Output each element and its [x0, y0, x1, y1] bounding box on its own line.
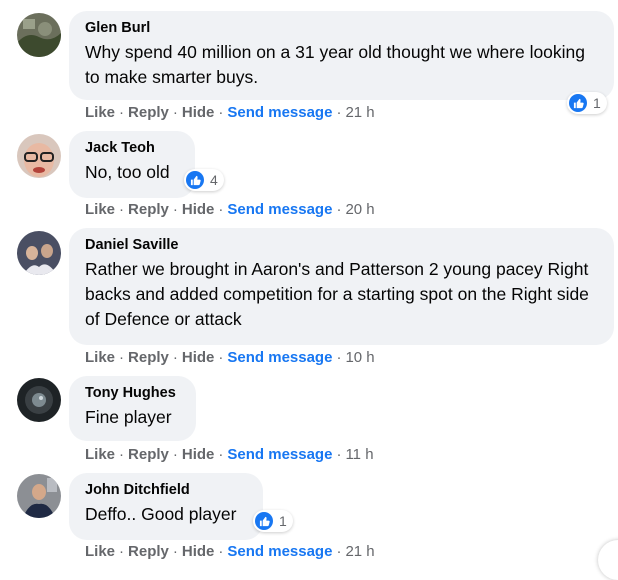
reaction-count[interactable]: 1: [253, 510, 293, 532]
reaction-number: 1: [279, 513, 287, 529]
reply-link[interactable]: Reply: [128, 349, 169, 366]
avatar[interactable]: [17, 13, 61, 57]
timestamp[interactable]: 10 h: [345, 349, 374, 366]
reply-link[interactable]: Reply: [128, 104, 169, 121]
reaction-count[interactable]: 1: [567, 92, 607, 114]
separator: ·: [172, 104, 178, 121]
separator: ·: [119, 446, 125, 463]
separator: ·: [119, 201, 125, 218]
reaction-number: 4: [210, 172, 218, 188]
separator: ·: [218, 543, 224, 560]
comment-author[interactable]: John Ditchfield: [85, 481, 249, 500]
comment-actions: Like · Reply · Hide · Send message · 11 h: [85, 446, 374, 463]
send-message-link[interactable]: Send message: [227, 446, 332, 463]
comment-bubble: Glen Burl Why spend 40 million on a 31 y…: [69, 11, 614, 100]
send-message-link[interactable]: Send message: [227, 104, 332, 121]
separator: ·: [336, 104, 342, 121]
separator: ·: [119, 349, 125, 366]
reaction-count[interactable]: 4: [184, 169, 224, 191]
like-icon: [255, 512, 273, 530]
reply-link[interactable]: Reply: [128, 543, 169, 560]
separator: ·: [172, 201, 178, 218]
avatar[interactable]: [17, 231, 61, 275]
timestamp[interactable]: 20 h: [345, 201, 374, 218]
comment-author[interactable]: Tony Hughes: [85, 384, 182, 403]
separator: ·: [119, 543, 125, 560]
reply-link[interactable]: Reply: [128, 446, 169, 463]
comment-bubble: Jack Teoh No, too old: [69, 131, 195, 198]
comment-actions: Like · Reply · Hide · Send message · 10 h: [85, 349, 375, 366]
like-link[interactable]: Like: [85, 349, 115, 366]
comment-bubble: Daniel Saville Rather we brought in Aaro…: [69, 228, 614, 345]
like-link[interactable]: Like: [85, 543, 115, 560]
floating-action-button[interactable]: [598, 540, 618, 580]
comment-text: Rather we brought in Aaron's and Patters…: [85, 259, 589, 329]
comment-actions: Like · Reply · Hide · Send message · 21 h: [85, 104, 375, 121]
comment-text: Fine player: [85, 407, 172, 427]
comment-text: No, too old: [85, 160, 181, 185]
separator: ·: [336, 543, 342, 560]
like-icon: [186, 171, 204, 189]
separator: ·: [119, 104, 125, 121]
timestamp[interactable]: 11 h: [345, 446, 373, 463]
timestamp[interactable]: 21 h: [345, 104, 374, 121]
comment-author[interactable]: Daniel Saville: [85, 236, 600, 255]
comment-author[interactable]: Glen Burl: [85, 19, 600, 38]
separator: ·: [172, 543, 178, 560]
like-icon: [569, 94, 587, 112]
separator: ·: [172, 349, 178, 366]
avatar[interactable]: [17, 378, 61, 422]
comment-actions: Like · Reply · Hide · Send message · 21 h: [85, 543, 375, 560]
comment-text: Deffo.. Good player: [85, 502, 249, 527]
separator: ·: [336, 201, 342, 218]
send-message-link[interactable]: Send message: [227, 349, 332, 366]
reaction-number: 1: [593, 95, 601, 111]
separator: ·: [218, 446, 224, 463]
comment-bubble: Tony Hughes Fine player: [69, 376, 196, 441]
hide-link[interactable]: Hide: [182, 349, 215, 366]
hide-link[interactable]: Hide: [182, 543, 215, 560]
like-link[interactable]: Like: [85, 104, 115, 121]
avatar[interactable]: [17, 474, 61, 518]
hide-link[interactable]: Hide: [182, 446, 215, 463]
like-link[interactable]: Like: [85, 446, 115, 463]
separator: ·: [218, 349, 224, 366]
separator: ·: [172, 446, 178, 463]
comment-bubble: John Ditchfield Deffo.. Good player: [69, 473, 263, 540]
hide-link[interactable]: Hide: [182, 104, 215, 121]
separator: ·: [218, 201, 224, 218]
separator: ·: [336, 349, 342, 366]
send-message-link[interactable]: Send message: [227, 201, 332, 218]
send-message-link[interactable]: Send message: [227, 543, 332, 560]
separator: ·: [336, 446, 342, 463]
comment-text: Why spend 40 million on a 31 year old th…: [85, 42, 586, 87]
separator: ·: [218, 104, 224, 121]
comment-author[interactable]: Jack Teoh: [85, 139, 181, 158]
like-link[interactable]: Like: [85, 201, 115, 218]
comment-text-content: No, too old: [85, 162, 170, 182]
hide-link[interactable]: Hide: [182, 201, 215, 218]
timestamp[interactable]: 21 h: [345, 543, 374, 560]
comment-text-content: Deffo.. Good player: [85, 504, 237, 524]
comment-actions: Like · Reply · Hide · Send message · 20 h: [85, 201, 375, 218]
reply-link[interactable]: Reply: [128, 201, 169, 218]
avatar[interactable]: [17, 134, 61, 178]
